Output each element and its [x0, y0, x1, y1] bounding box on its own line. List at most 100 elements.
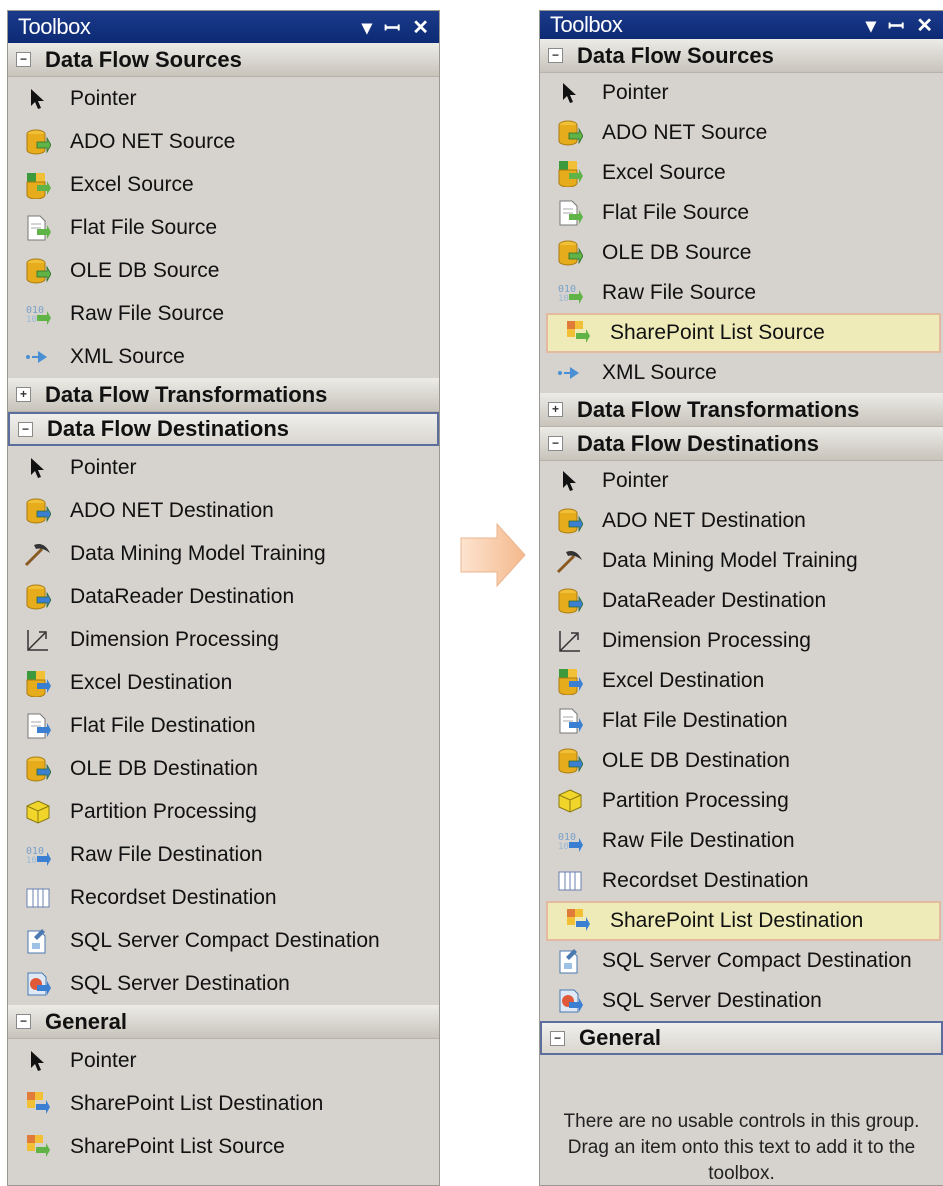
toolbox-item-raw-file-source[interactable]: 010 10 Raw File Source [8, 292, 439, 335]
pin-button[interactable]: ꟷ [384, 14, 400, 41]
expand-icon[interactable]: + [16, 387, 31, 402]
toolbox-item-sql-server-destination[interactable]: SQL Server Destination [540, 981, 943, 1021]
xml-source-icon [24, 343, 52, 371]
toolbox-item-ado-net-destination[interactable]: ADO NET Destination [540, 501, 943, 541]
toolbox-item-label: XML Source [70, 344, 185, 368]
section-header-data-flow-sources[interactable]: − Data Flow Sources [8, 43, 439, 77]
toolbox-item-dimension-processing[interactable]: Dimension Processing [8, 618, 439, 661]
toolbox-item-label: ADO NET Destination [70, 498, 274, 522]
window-menu-button[interactable]: ▾ [866, 13, 876, 38]
pointer-icon [24, 454, 52, 482]
toolbox-item-sharepoint-list-source[interactable]: SharePoint List Source [546, 313, 941, 353]
toolbox-item-label: OLE DB Destination [70, 756, 258, 780]
toolbox-item-flat-file-destination[interactable]: Flat File Destination [540, 701, 943, 741]
toolbox-item-excel-destination[interactable]: Excel Destination [8, 661, 439, 704]
section-header-data-flow-sources[interactable]: − Data Flow Sources [540, 39, 943, 73]
ado-net-source-icon [24, 128, 52, 156]
collapse-icon[interactable]: − [18, 421, 33, 437]
toolbox-item-flat-file-source[interactable]: Flat File Source [540, 193, 943, 233]
ole-db-source-icon [556, 239, 584, 267]
toolbox-item-label: Data Mining Model Training [602, 549, 858, 572]
recordset-destination-icon [24, 884, 52, 912]
toolbox-item-raw-file-destination[interactable]: 010 10 Raw File Destination [8, 833, 439, 876]
toolbox-item-pointer[interactable]: Pointer [8, 1039, 439, 1082]
dimension-processing-icon [24, 626, 52, 654]
collapse-icon[interactable]: − [548, 48, 563, 63]
toolbox-item-xml-source[interactable]: XML Source [8, 335, 439, 378]
toolbox-item-datareader-destination[interactable]: DataReader Destination [540, 581, 943, 621]
close-button[interactable]: ✕ [916, 13, 933, 38]
toolbox-item-raw-file-source[interactable]: 010 10 Raw File Source [540, 273, 943, 313]
toolbox-item-sharepoint-list-destination[interactable]: SharePoint List Destination [8, 1082, 439, 1125]
toolbox-item-label: SQL Server Destination [70, 971, 290, 995]
section-header-general[interactable]: − General [540, 1021, 943, 1055]
section-header-label: General [579, 1025, 661, 1050]
toolbox-item-ado-net-destination[interactable]: ADO NET Destination [8, 489, 439, 532]
svg-text:10: 10 [558, 294, 569, 304]
close-button[interactable]: ✕ [412, 15, 429, 40]
toolbox-item-label: Pointer [70, 455, 137, 479]
toolbox-item-label: Raw File Source [70, 301, 225, 325]
section-header-general[interactable]: − General [8, 1005, 439, 1039]
flat-file-destination-icon [556, 707, 584, 735]
section-header-data-flow-destinations[interactable]: − Data Flow Destinations [540, 427, 943, 461]
toolbox-item-partition-processing[interactable]: Partition Processing [8, 790, 439, 833]
toolbox-item-ole-db-source[interactable]: OLE DB Source [540, 233, 943, 273]
toolbox-item-ado-net-source[interactable]: ADO NET Source [540, 113, 943, 153]
toolbox-item-pointer[interactable]: Pointer [8, 446, 439, 489]
toolbox-item-excel-source[interactable]: Excel Source [540, 153, 943, 193]
toolbox-item-ole-db-destination[interactable]: OLE DB Destination [8, 747, 439, 790]
toolbox-item-sql-server-compact-destination[interactable]: SQL Server Compact Destination [8, 919, 439, 962]
right-arrow-icon [460, 522, 526, 588]
toolbox-item-ole-db-source[interactable]: OLE DB Source [8, 249, 439, 292]
toolbox-panel-before: Toolbox ▾ ꟷ ✕ − Data Flow Sources Pointer A… [7, 10, 440, 1186]
raw-file-destination-icon: 010 10 [556, 827, 584, 855]
section-header-label: Data Flow Transformations [45, 381, 328, 407]
toolbox-item-data-mining-model-training[interactable]: Data Mining Model Training [8, 532, 439, 575]
section-header-data-flow-destinations[interactable]: − Data Flow Destinations [8, 412, 439, 446]
toolbox-item-label: Pointer [602, 81, 669, 104]
toolbox-item-excel-source[interactable]: Excel Source [8, 163, 439, 206]
flat-file-source-icon [24, 214, 52, 242]
toolbox-title: Toolbox [550, 12, 623, 37]
collapse-icon[interactable]: − [548, 436, 563, 451]
window-menu-button[interactable]: ▾ [362, 15, 372, 40]
raw-file-source-icon: 010 10 [24, 300, 52, 328]
expand-icon[interactable]: + [548, 402, 563, 417]
toolbox-item-recordset-destination[interactable]: Recordset Destination [540, 861, 943, 901]
toolbox-item-label: Partition Processing [70, 799, 257, 823]
toolbox-item-ado-net-source[interactable]: ADO NET Source [8, 120, 439, 163]
sharepoint-destination-icon [564, 907, 592, 935]
toolbox-item-excel-destination[interactable]: Excel Destination [540, 661, 943, 701]
toolbox-item-sharepoint-list-destination[interactable]: SharePoint List Destination [546, 901, 941, 941]
toolbox-item-label: Data Mining Model Training [70, 541, 326, 565]
toolbox-item-recordset-destination[interactable]: Recordset Destination [8, 876, 439, 919]
toolbox-item-sharepoint-list-source[interactable]: SharePoint List Source [8, 1125, 439, 1168]
toolbox-item-datareader-destination[interactable]: DataReader Destination [8, 575, 439, 618]
section-header-data-flow-transformations[interactable]: + Data Flow Transformations [540, 393, 943, 427]
section-header-data-flow-transformations[interactable]: + Data Flow Transformations [8, 378, 439, 412]
toolbox-item-dimension-processing[interactable]: Dimension Processing [540, 621, 943, 661]
collapse-icon[interactable]: − [550, 1030, 565, 1046]
toolbox-item-pointer[interactable]: Pointer [540, 73, 943, 113]
toolbox-item-label: Pointer [70, 86, 137, 110]
pin-button[interactable]: ꟷ [888, 12, 904, 39]
toolbox-item-label: Flat File Source [70, 215, 218, 239]
toolbox-item-ole-db-destination[interactable]: OLE DB Destination [540, 741, 943, 781]
toolbox-item-xml-source[interactable]: XML Source [540, 353, 943, 393]
toolbox-item-label: Dimension Processing [602, 629, 811, 652]
toolbox-item-flat-file-destination[interactable]: Flat File Destination [8, 704, 439, 747]
svg-text:10: 10 [558, 842, 569, 852]
collapse-icon[interactable]: − [16, 1014, 31, 1029]
toolbox-item-data-mining-model-training[interactable]: Data Mining Model Training [540, 541, 943, 581]
collapse-icon[interactable]: − [16, 52, 31, 67]
toolbox-item-flat-file-source[interactable]: Flat File Source [8, 206, 439, 249]
toolbox-item-pointer[interactable]: Pointer [8, 77, 439, 120]
toolbox-item-label: Excel Source [602, 161, 726, 184]
toolbox-item-sql-server-destination[interactable]: SQL Server Destination [8, 962, 439, 1005]
toolbox-title: Toolbox [18, 14, 91, 39]
toolbox-item-pointer[interactable]: Pointer [540, 461, 943, 501]
toolbox-item-partition-processing[interactable]: Partition Processing [540, 781, 943, 821]
toolbox-item-sql-server-compact-destination[interactable]: SQL Server Compact Destination [540, 941, 943, 981]
toolbox-item-raw-file-destination[interactable]: 010 10 Raw File Destination [540, 821, 943, 861]
